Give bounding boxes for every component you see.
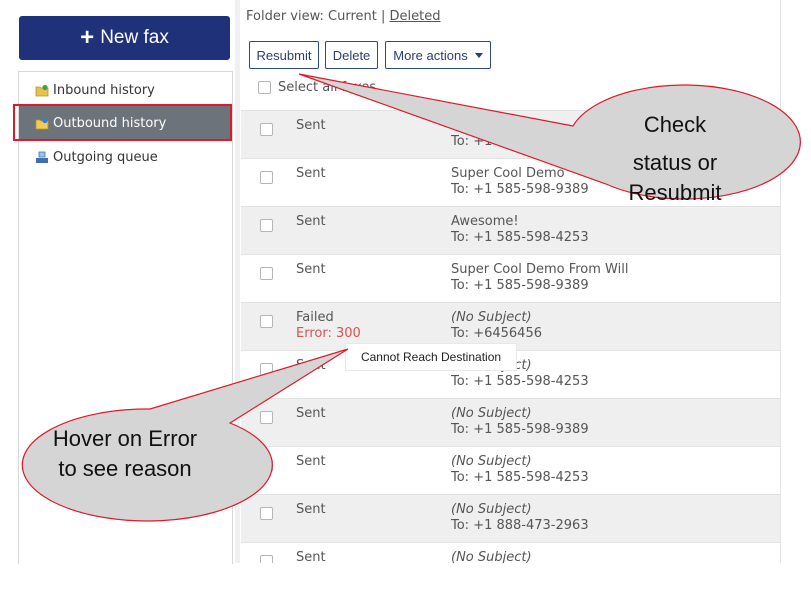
callout-line: Hover on Error bbox=[52, 426, 198, 451]
callout-line: status or bbox=[632, 150, 718, 175]
callout-line: Check bbox=[643, 112, 707, 137]
callout-line: Resubmit bbox=[628, 180, 722, 205]
callout-shapes bbox=[21, 73, 801, 522]
callout-bottom-left: Hover on Error to see reason bbox=[20, 424, 230, 484]
callout-line: to see reason bbox=[58, 456, 192, 481]
callout-top-right: Check status or Resubmit bbox=[590, 110, 760, 208]
